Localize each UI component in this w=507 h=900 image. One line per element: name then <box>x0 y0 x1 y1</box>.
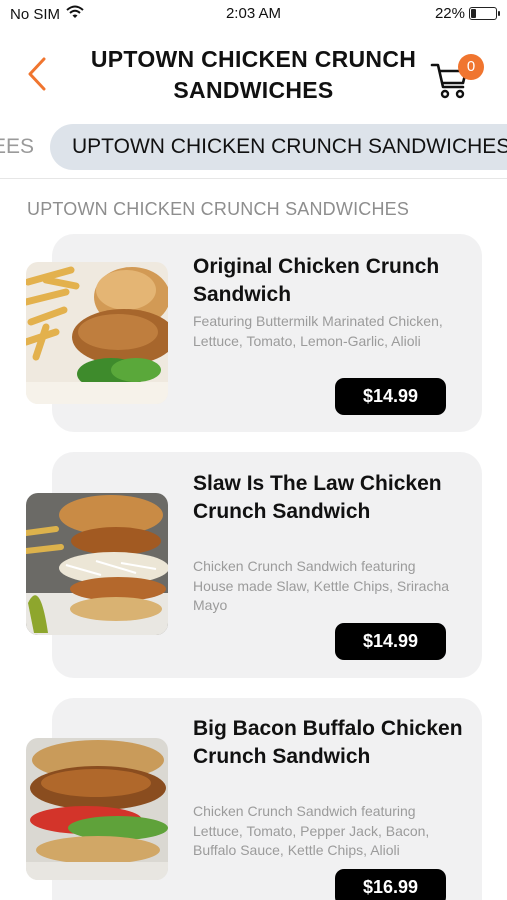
item-image <box>26 738 168 880</box>
item-name: Original Chicken Crunch Sandwich <box>193 255 440 306</box>
item-description: Chicken Crunch Sandwich featuring House … <box>193 558 450 613</box>
header: UPTOWN CHICKEN CRUNCH SANDWICHES 0 <box>0 28 507 116</box>
item-name: Big Bacon Buffalo Chicken Crunch Sandwic… <box>193 717 463 768</box>
status-bar: No SIM 2:03 AM 22% <box>0 0 507 28</box>
price-button[interactable]: $14.99 <box>335 623 446 660</box>
back-button[interactable] <box>22 54 52 94</box>
battery-icon <box>469 7 500 20</box>
cart-button[interactable]: 0 <box>428 53 488 103</box>
price-button[interactable]: $14.99 <box>335 378 446 415</box>
chevron-left-icon <box>28 57 46 91</box>
tabs-divider <box>0 178 507 179</box>
page-title: UPTOWN CHICKEN CRUNCH SANDWICHES <box>90 46 417 103</box>
item-image <box>26 493 168 635</box>
item-description: Chicken Crunch Sandwich featuring Lettuc… <box>193 803 430 858</box>
status-right: 22% <box>434 5 500 22</box>
item-description: Featuring Buttermilk Marinated Chicken, … <box>193 313 443 349</box>
tab-previous-category[interactable]: EES <box>0 124 34 170</box>
battery-percent: 22% <box>434 5 465 22</box>
item-name: Slaw Is The Law Chicken Crunch Sandwich <box>193 472 442 523</box>
section-title: UPTOWN CHICKEN CRUNCH SANDWICHES <box>27 199 410 219</box>
tab-uptown-chicken-crunch-sandwiches[interactable]: UPTOWN CHICKEN CRUNCH SANDWICHES <box>50 124 507 170</box>
price-button[interactable]: $16.99 <box>335 869 446 900</box>
category-tabs: EES UPTOWN CHICKEN CRUNCH SANDWICHES <box>0 124 507 172</box>
status-time: 2:03 AM <box>225 5 282 22</box>
item-image <box>26 262 168 404</box>
battery-fill <box>471 9 476 18</box>
cart-count-badge: 0 <box>458 54 484 80</box>
